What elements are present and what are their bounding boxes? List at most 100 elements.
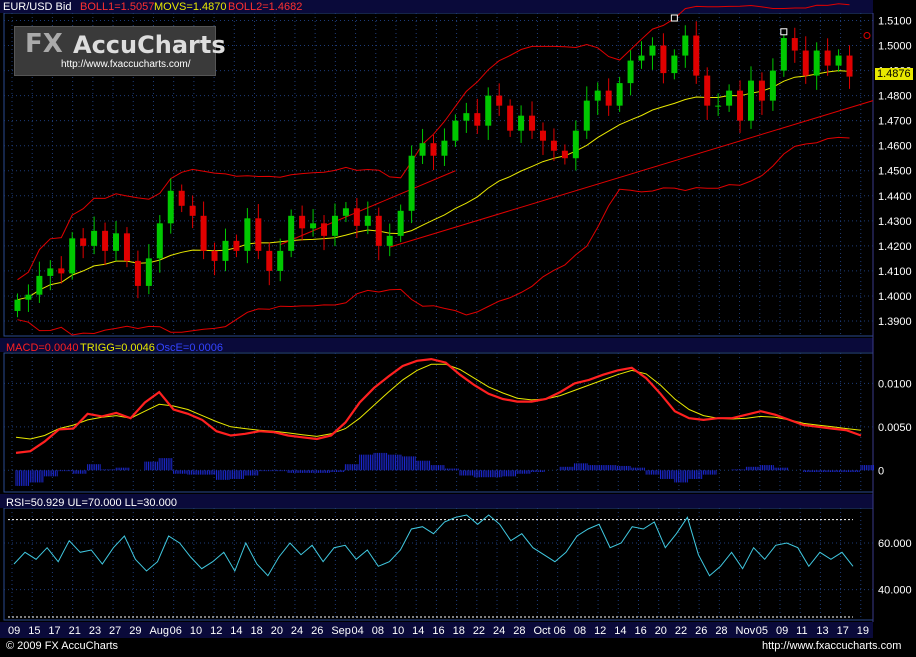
candle-body	[419, 143, 426, 156]
date-tick-label: 05	[756, 625, 768, 637]
date-tick-label: 14	[614, 625, 626, 637]
price-tick-label: 1.4500	[878, 166, 912, 178]
candle-body	[518, 115, 525, 131]
candle-body	[813, 50, 820, 76]
candle-body	[189, 205, 196, 216]
candle-body	[408, 155, 415, 211]
candle-body	[397, 210, 404, 236]
logo-accucharts: AccuCharts	[73, 31, 226, 59]
candle-body	[616, 83, 623, 106]
candle-body	[222, 240, 229, 261]
macd-tick-label: 0.0050	[878, 422, 912, 434]
date-tick-label: 23	[89, 625, 101, 637]
candle-body	[266, 250, 273, 271]
candle-body	[660, 45, 667, 74]
candle-body	[846, 55, 853, 77]
candle-body	[200, 215, 207, 251]
fractal-marker	[670, 14, 678, 22]
price-tick-label: 1.4300	[878, 216, 912, 228]
date-tick-label: 26	[311, 625, 323, 637]
candle-body	[233, 240, 240, 251]
candle-body	[277, 250, 284, 271]
candle-body	[386, 235, 393, 246]
panel-frame-3	[3, 507, 874, 621]
date-tick-label: 13	[816, 625, 828, 637]
date-tick-label: 24	[493, 625, 505, 637]
date-tick-label: 17	[48, 625, 60, 637]
boll1-label: BOLL1=1.5057	[80, 1, 155, 13]
candle-body	[375, 215, 382, 246]
candle-body	[485, 95, 492, 126]
date-tick-label: 18	[251, 625, 263, 637]
candle-body	[496, 95, 503, 106]
candle-body	[802, 50, 809, 76]
candle-body	[364, 215, 371, 226]
candle-body	[441, 140, 448, 156]
date-tick-label: 22	[675, 625, 687, 637]
candle-body	[353, 208, 360, 226]
symbol-label: EUR/USD Bid	[3, 1, 72, 13]
candle-body	[14, 299, 21, 311]
boll2-label: BOLL2=1.4682	[228, 1, 303, 13]
panel-frame-2	[3, 352, 874, 493]
date-tick-label: 20	[655, 625, 667, 637]
fxaccucharts-logo: FX AccuCharts http://www.fxaccucharts.co…	[14, 26, 226, 76]
candle-body	[310, 223, 317, 229]
candle-body	[769, 70, 776, 101]
date-tick-label: 12	[210, 625, 222, 637]
candle-body	[69, 238, 76, 274]
trigg-label: TRIGG=0.0046	[80, 342, 155, 354]
date-tick-label: 19	[857, 625, 869, 637]
rsi-tick-label: 60.000	[878, 538, 912, 550]
chart-window: 1.51001.50001.49001.48001.47001.46001.45…	[0, 0, 916, 657]
date-tick-label: 04	[352, 625, 364, 637]
candle-body	[47, 268, 54, 276]
date-tick-label: 08	[372, 625, 384, 637]
date-tick-label: 06	[170, 625, 182, 637]
candle-body	[36, 275, 43, 295]
price-tick-label: 1.4600	[878, 141, 912, 153]
price-tick-label: 1.5100	[878, 16, 912, 28]
candle-body	[255, 218, 262, 251]
candle-body	[145, 258, 152, 286]
price-tick-label: 1.4800	[878, 91, 912, 103]
date-tick-label: Nov	[736, 625, 756, 637]
date-tick-label: 11	[796, 625, 807, 637]
date-tick-label: 20	[271, 625, 283, 637]
candle-body	[693, 35, 700, 76]
date-tick-label: Aug	[149, 625, 169, 637]
candle-body	[156, 223, 163, 259]
date-tick-label: 28	[715, 625, 727, 637]
price-tick-label: 1.4200	[878, 241, 912, 253]
date-tick-label: 08	[574, 625, 586, 637]
candle-body	[638, 55, 645, 61]
date-tick-label: 22	[473, 625, 485, 637]
date-tick-label: 12	[594, 625, 606, 637]
candle-body	[715, 105, 722, 107]
candle-body	[463, 113, 470, 121]
candle-body	[134, 260, 141, 286]
price-tick-label: 1.4000	[878, 291, 912, 303]
website-url[interactable]: http://www.fxaccucharts.com	[762, 640, 901, 652]
date-tick-label: 09	[776, 625, 788, 637]
chart-canvas: 1.51001.50001.49001.48001.47001.46001.45…	[0, 0, 916, 638]
candle-body	[113, 233, 120, 251]
fractal-marker	[780, 28, 788, 36]
date-tick-label: 14	[230, 625, 242, 637]
candle-body	[671, 55, 678, 74]
candle-body	[550, 140, 557, 151]
candle-body	[102, 230, 109, 251]
candle-body	[211, 250, 218, 261]
candle-body	[299, 215, 306, 229]
candle-body	[539, 130, 546, 141]
date-tick-label: 10	[190, 625, 202, 637]
price-tick-label: 1.4100	[878, 266, 912, 278]
candle-body	[704, 75, 711, 106]
macd-label: MACD=0.0040	[6, 342, 79, 354]
date-tick-label: 09	[8, 625, 20, 637]
date-tick-label: 06	[554, 625, 566, 637]
date-tick-label: 24	[291, 625, 303, 637]
price-tick-label: 1.3900	[878, 316, 912, 328]
date-tick-label: 15	[28, 625, 40, 637]
candle-body	[167, 190, 174, 224]
